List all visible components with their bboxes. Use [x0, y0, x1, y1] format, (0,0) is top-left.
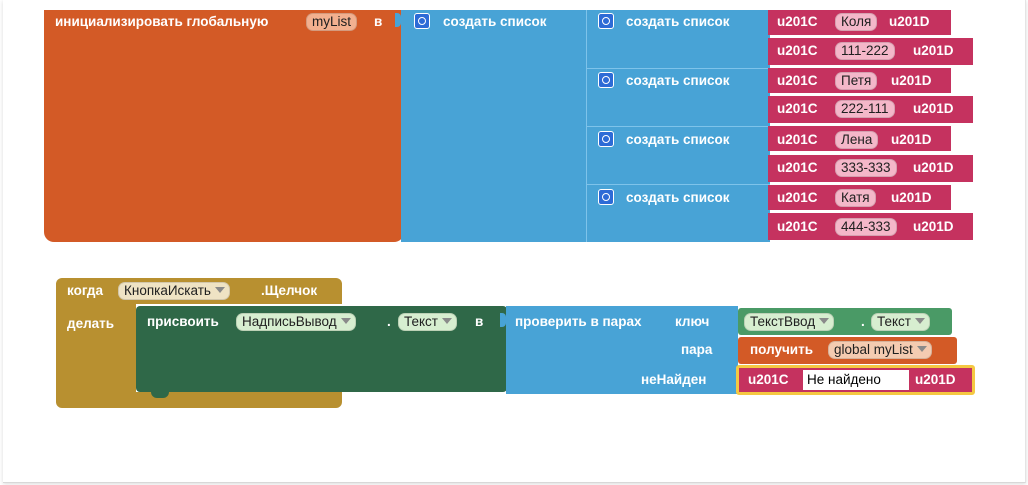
close-quote: u201D [913, 101, 954, 116]
when-label: когда [67, 283, 104, 298]
make-list-label: создать список [626, 190, 730, 205]
set-component-dropdown[interactable]: НадписьВывод [236, 313, 356, 331]
chevron-down-icon [819, 318, 830, 324]
lookup-label: проверить в парах [515, 314, 642, 329]
mutator-gear-icon[interactable] [598, 13, 614, 29]
close-quote: u201D [913, 160, 954, 175]
get-label: получить [750, 342, 814, 357]
close-quote: u201D [891, 73, 932, 88]
key-property-name: Текст [877, 314, 911, 329]
open-quote: u201C [777, 73, 818, 88]
chevron-down-icon [340, 318, 351, 324]
open-quote: u201C [748, 372, 789, 387]
chevron-down-icon [442, 318, 452, 324]
text-value[interactable]: Лена [835, 131, 879, 149]
make-list-label: создать список [626, 132, 730, 147]
set-in-label: в [475, 314, 484, 329]
close-quote: u201D [891, 190, 932, 205]
blocks-workspace[interactable]: инициализировать глобальную myList в соз… [3, 0, 1026, 483]
mutator-gear-icon[interactable] [598, 131, 614, 147]
key-dot: . [861, 314, 865, 329]
notfound-text-input[interactable]: Не найдено [803, 370, 909, 390]
set-dot: . [387, 314, 391, 329]
set-label: присвоить [147, 314, 219, 329]
close-quote: u201D [915, 372, 956, 387]
do-label: делать [67, 316, 115, 331]
initialize-in-label: в [374, 14, 383, 29]
open-quote: u201C [777, 219, 818, 234]
notfound-label: неНайден [641, 372, 707, 387]
set-component-name: НадписьВывод [242, 314, 337, 329]
initialize-global-label: инициализировать глобальную [55, 14, 269, 29]
close-quote: u201D [913, 219, 954, 234]
open-quote: u201C [777, 160, 818, 175]
mutator-gear-icon[interactable] [598, 189, 614, 205]
chevron-down-icon [916, 346, 927, 352]
event-component-dropdown[interactable]: КнопкаИскать [118, 282, 230, 300]
make-list-label: создать список [626, 73, 730, 88]
global-variable-name[interactable]: myList [306, 13, 358, 31]
open-quote: u201C [777, 101, 818, 116]
text-value[interactable]: 333-333 [835, 159, 897, 177]
get-variable-dropdown[interactable]: global myList [828, 341, 932, 359]
text-value[interactable]: Коля [835, 13, 878, 31]
close-quote: u201D [891, 132, 932, 147]
pairs-label: пара [681, 342, 713, 357]
text-value[interactable]: 222-111 [835, 100, 895, 118]
event-name: .Щелчок [261, 283, 318, 298]
text-value[interactable]: Петя [835, 72, 878, 90]
set-property-dropdown[interactable]: Текст [398, 313, 457, 331]
key-component-name: ТекстВвод [750, 314, 816, 329]
set-block-tab [151, 390, 169, 398]
key-component-dropdown[interactable]: ТекстВвод [744, 313, 835, 331]
lookup-connector [500, 313, 506, 327]
mutator-gear-icon[interactable] [598, 72, 614, 88]
text-value[interactable]: 444-333 [835, 218, 897, 236]
key-property-dropdown[interactable]: Текст [871, 313, 930, 331]
chevron-down-icon [915, 318, 925, 324]
text-value[interactable]: Катя [835, 189, 876, 207]
open-quote: u201C [777, 132, 818, 147]
close-quote: u201D [889, 14, 930, 29]
make-list-label: создать список [443, 14, 547, 29]
open-quote: u201C [777, 190, 818, 205]
set-property-name: Текст [404, 314, 438, 329]
key-label: ключ [675, 314, 710, 329]
open-quote: u201C [777, 43, 818, 58]
make-list-outer-block[interactable] [401, 10, 588, 242]
text-value[interactable]: 111-222 [835, 42, 895, 60]
close-quote: u201D [913, 43, 954, 58]
mutator-gear-icon[interactable] [414, 13, 430, 29]
make-list-label: создать список [626, 14, 730, 29]
chevron-down-icon [214, 287, 225, 293]
list-connector [395, 13, 401, 27]
get-variable-name: global myList [834, 342, 913, 357]
initialize-global-block[interactable] [44, 10, 404, 242]
open-quote: u201C [777, 14, 818, 29]
event-component-name: КнопкаИскать [124, 283, 211, 298]
